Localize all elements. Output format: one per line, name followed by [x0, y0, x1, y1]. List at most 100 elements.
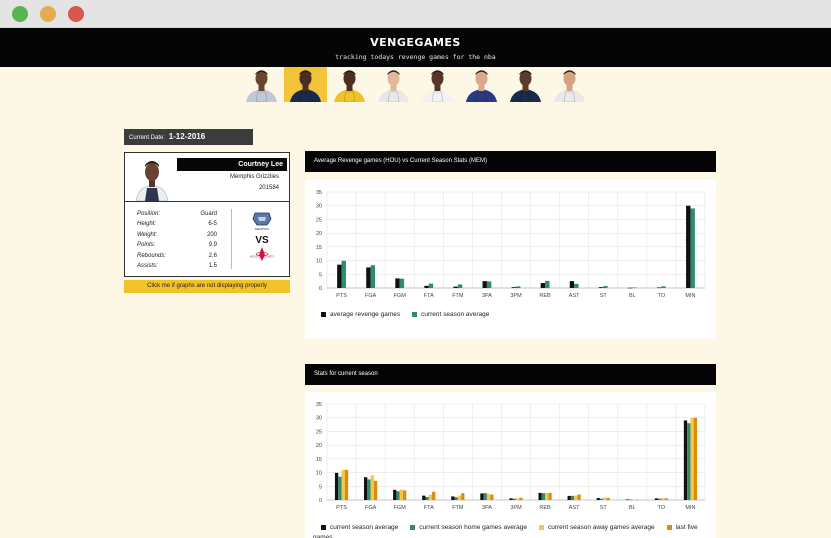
x-tick-label: FTM [452, 505, 464, 511]
chart-bar [399, 489, 403, 500]
chart-bar [687, 423, 691, 500]
player-thumbnail[interactable] [548, 67, 591, 102]
chart-bar [577, 494, 581, 500]
player-thumbnail[interactable] [328, 67, 371, 102]
chart-bar [399, 278, 405, 288]
chart-bar [693, 417, 698, 500]
chart-bar [396, 491, 400, 500]
chart-bar [545, 280, 550, 288]
chart-bar [661, 498, 665, 500]
chart-bar [690, 208, 695, 288]
stats-divider [231, 209, 232, 269]
y-tick-label: 15 [316, 457, 322, 463]
chart-bar [428, 494, 433, 500]
minimize-window-button[interactable] [40, 6, 56, 22]
chart-bar [569, 281, 575, 288]
legend-swatch [412, 312, 418, 317]
legend-item[interactable]: last five [666, 524, 698, 531]
site-logo[interactable]: VENGEGAMES [0, 36, 831, 49]
legend-label: last five [675, 524, 698, 531]
chart-bar [541, 493, 546, 500]
close-window-button[interactable] [68, 6, 84, 22]
season-chart-legend: current season average current season hom… [321, 524, 710, 531]
chart-bar [432, 491, 436, 500]
y-tick-label: 0 [319, 286, 322, 292]
chart-bar [428, 283, 434, 288]
revenge-bar-chart: 0 5 10 15 20 25 30 35 PTS FGA FGM FTA FTM 3PA 3PM REB AS… [316, 190, 706, 299]
chart-bar [606, 497, 610, 500]
x-tick-label: PTS [336, 293, 347, 299]
chart-bar [574, 495, 578, 500]
legend-label: average revenge games [330, 311, 401, 318]
stat-value: 200 [206, 231, 217, 238]
stat-row: Weight: 200 [137, 230, 217, 240]
season-chart-panel: 0 5 10 15 20 25 30 35 PTS FGA FGM FTA FTM 3PA 3PM REB AS… [305, 392, 716, 538]
player-thumbnail[interactable] [504, 67, 547, 102]
chart-bar [629, 499, 633, 501]
legend-label: current season average [330, 524, 399, 531]
maximize-window-button[interactable] [12, 6, 28, 22]
y-tick-label: 10 [316, 471, 322, 477]
current-date-bar: Current Date: 1-12-2016 [124, 129, 253, 145]
chart-bar [683, 420, 688, 500]
player-card: Courtney Lee Memphis Grizzlies 201584 Po… [124, 152, 290, 277]
chart-bar [603, 497, 607, 500]
legend-swatch [321, 525, 326, 530]
stat-value: 2.6 [208, 252, 217, 259]
chart-bar [341, 469, 345, 500]
chart-bar [627, 287, 633, 289]
chart-bar [480, 493, 484, 500]
y-tick-label: 10 [316, 259, 322, 265]
chart-bar [570, 495, 575, 500]
x-tick-label: FTM [452, 293, 464, 299]
player-headshot-icon [466, 70, 497, 102]
legend-overflow-text: games [313, 534, 333, 538]
player-thumbnail[interactable] [372, 67, 415, 102]
chart-bar [483, 493, 487, 500]
chart-bar [632, 287, 637, 289]
chart-bar [341, 260, 346, 288]
chart-bar [395, 278, 400, 288]
x-tick-label: BL [629, 505, 636, 511]
y-tick-label: 25 [316, 217, 322, 223]
player-name: Courtney Lee [177, 158, 287, 171]
chart-bar [366, 267, 371, 288]
legend-item[interactable]: average revenge games [321, 311, 400, 318]
vs-label: VS [255, 235, 269, 246]
y-tick-label: 5 [319, 272, 322, 278]
graphs-help-button[interactable]: Click me if graphs are not displaying pr… [124, 280, 290, 293]
legend-item[interactable]: current season average [412, 311, 489, 318]
legend-item[interactable]: current season away games average [538, 524, 655, 531]
x-tick-label: PTS [336, 505, 347, 511]
y-tick-label: 5 [319, 484, 322, 490]
chart-bar [457, 284, 463, 288]
stat-label: Height: [137, 221, 157, 228]
player-thumbnail[interactable] [240, 67, 283, 102]
legend-label: current season away games average [547, 524, 655, 531]
chart-bar [370, 475, 374, 500]
x-tick-label: 3PM [510, 293, 522, 299]
y-tick-label: 15 [316, 245, 322, 251]
legend-label: current season average [421, 311, 490, 318]
legend-item[interactable]: current season average [321, 524, 398, 531]
x-tick-label: AST [569, 293, 580, 299]
player-thumbnail[interactable] [416, 67, 459, 102]
chart-bar [367, 479, 371, 500]
chart-bar [490, 494, 494, 500]
y-tick-label: 20 [316, 231, 322, 237]
revenge-chart-panel: 0 5 10 15 20 25 30 35 PTS FGA FGM FTA FTM 3PA 3PM REB AS… [305, 180, 716, 339]
stat-row: Rebounds: 2.6 [137, 251, 217, 261]
chart-bar [603, 286, 608, 288]
current-date-value: 1-12-2016 [168, 132, 206, 141]
chart-bar [334, 472, 339, 500]
x-tick-label: MIN [685, 293, 695, 299]
player-thumbnail[interactable] [284, 67, 327, 102]
team-logo-text: MEMPHIS [255, 227, 269, 231]
legend-item[interactable]: current season home games average [410, 524, 527, 531]
player-thumbnail[interactable] [460, 67, 503, 102]
chart-bar [654, 498, 659, 500]
site-tagline: tracking todays revenge games for the nb… [335, 53, 496, 61]
stat-label: Position: [137, 211, 161, 217]
chart-bar [598, 287, 604, 288]
x-tick-label: BL [629, 293, 636, 299]
